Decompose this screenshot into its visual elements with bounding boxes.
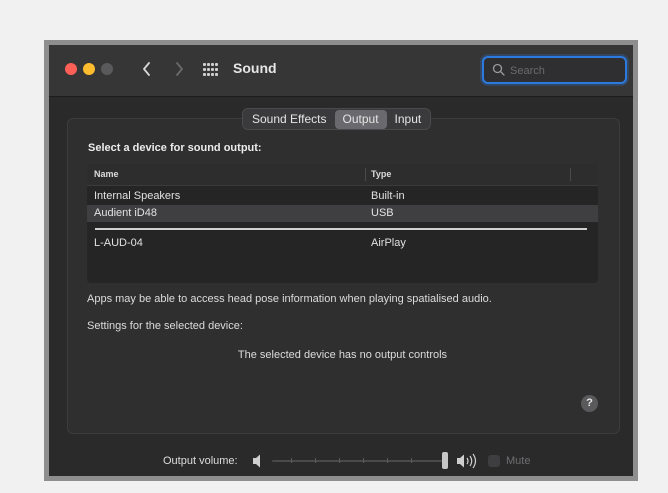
speaker-low-icon	[253, 454, 260, 468]
column-header-type[interactable]: Type	[371, 169, 391, 179]
title-bar: Sound	[49, 45, 633, 97]
column-divider[interactable]	[365, 168, 366, 181]
output-volume-label: Output volume:	[163, 455, 238, 467]
device-type: AirPlay	[371, 237, 406, 249]
volume-slider-knob[interactable]	[442, 452, 448, 469]
table-header: Name Type	[87, 164, 598, 186]
window-title: Sound	[233, 60, 277, 76]
tab-output[interactable]: Output	[334, 109, 387, 129]
search-icon	[492, 63, 505, 76]
device-name: L-AUD-04	[94, 237, 143, 249]
search-field[interactable]	[482, 56, 627, 84]
selected-device-settings-label: Settings for the selected device:	[87, 320, 243, 332]
column-header-name[interactable]: Name	[94, 169, 119, 179]
device-type: USB	[371, 207, 394, 219]
table-row-selected[interactable]: Audient iD48 USB	[87, 205, 598, 222]
table-row[interactable]: Internal Speakers Built-in	[87, 188, 598, 205]
device-type: Built-in	[371, 190, 405, 202]
back-button[interactable]	[137, 57, 157, 81]
device-list-heading: Select a device for sound output:	[88, 142, 262, 154]
spatial-audio-info: Apps may be able to access head pose inf…	[87, 293, 492, 305]
tab-sound-effects[interactable]: Sound Effects	[244, 110, 335, 129]
tab-bar: Sound Effects Output Input	[242, 108, 432, 130]
close-button[interactable]	[65, 63, 77, 75]
minimize-button[interactable]	[83, 63, 95, 75]
chevron-right-icon	[176, 62, 183, 76]
forward-button[interactable]	[169, 57, 189, 81]
zoom-button[interactable]	[101, 63, 113, 75]
tab-input[interactable]: Input	[387, 110, 430, 129]
mute-checkbox[interactable]	[488, 455, 500, 467]
help-button[interactable]: ?	[581, 395, 598, 412]
search-input[interactable]	[508, 61, 622, 81]
show-all-grid-icon[interactable]	[201, 60, 223, 80]
no-output-controls-message: The selected device has no output contro…	[237, 349, 448, 361]
sound-preferences-window: Sound Sound Effects Output Input Select …	[49, 45, 633, 476]
row-separator	[95, 228, 587, 230]
chevron-left-icon	[143, 62, 150, 76]
speaker-high-icon	[457, 453, 477, 469]
column-divider[interactable]	[570, 168, 571, 181]
device-name: Internal Speakers	[94, 190, 181, 202]
device-table[interactable]: Name Type Internal Speakers Built-in Aud…	[87, 164, 598, 283]
mute-label: Mute	[506, 455, 531, 467]
volume-slider[interactable]	[272, 458, 445, 463]
table-row[interactable]: L-AUD-04 AirPlay	[87, 235, 598, 252]
device-name: Audient iD48	[94, 207, 157, 219]
